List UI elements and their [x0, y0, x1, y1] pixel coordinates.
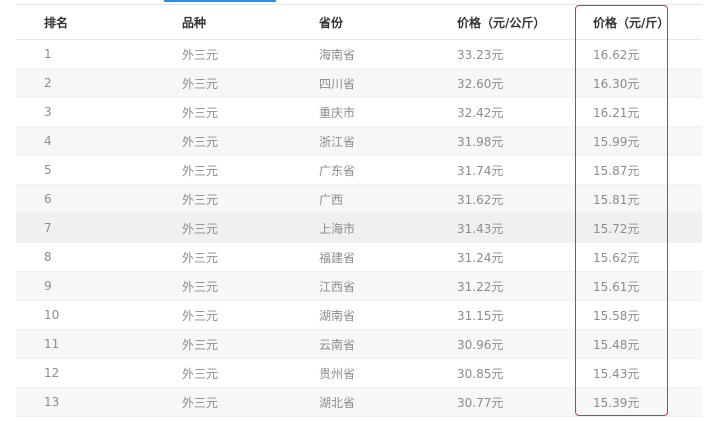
table-header-row: 排名 品种 省份 价格（元/公斤） 价格（元/斤）	[16, 5, 702, 40]
rank-cell: 11	[44, 337, 60, 351]
price-ranking-table: 排名 品种 省份 价格（元/公斤） 价格（元/斤） 1 外三元 海南省 33.2…	[16, 5, 702, 417]
price-jin-cell: 16.21元	[593, 105, 640, 120]
variety-cell: 外三元	[182, 279, 219, 294]
header-price-per-kg: 价格（元/公斤）	[457, 15, 546, 30]
province-cell: 广西	[319, 192, 344, 207]
table-row: 1 外三元 海南省 33.23元 16.62元	[16, 40, 702, 69]
province-cell: 上海市	[319, 221, 356, 236]
price-kg-cell: 31.24元	[457, 250, 504, 265]
table-row: 13 外三元 湖北省 30.77元 15.39元	[16, 388, 702, 417]
table-row: 6 外三元 广西 31.62元 15.81元	[16, 185, 702, 214]
price-jin-cell: 15.72元	[593, 221, 640, 236]
price-kg-cell: 30.77元	[457, 395, 504, 410]
variety-cell: 外三元	[182, 221, 219, 236]
table-row: 3 外三元 重庆市 32.42元 16.21元	[16, 98, 702, 127]
variety-cell: 外三元	[182, 337, 219, 352]
rank-cell: 6	[44, 192, 52, 206]
price-jin-cell: 15.99元	[593, 134, 640, 149]
price-kg-cell: 31.15元	[457, 308, 504, 323]
variety-cell: 外三元	[182, 366, 219, 381]
header-province: 省份	[319, 15, 344, 30]
active-tab-indicator	[164, 0, 276, 2]
price-jin-cell: 15.43元	[593, 366, 640, 381]
price-jin-cell: 16.30元	[593, 76, 640, 91]
price-kg-cell: 31.62元	[457, 192, 504, 207]
table-row: 9 外三元 江西省 31.22元 15.61元	[16, 272, 702, 301]
price-kg-cell: 33.23元	[457, 47, 504, 62]
province-cell: 海南省	[319, 47, 356, 62]
table-row: 7 外三元 上海市 31.43元 15.72元	[16, 214, 702, 243]
price-jin-cell: 15.48元	[593, 337, 640, 352]
price-table-panel: 排名 品种 省份 价格（元/公斤） 价格（元/斤） 1 外三元 海南省 33.2…	[0, 0, 714, 421]
province-cell: 湖南省	[319, 308, 356, 323]
rank-cell: 3	[44, 105, 52, 119]
rank-cell: 9	[44, 279, 52, 293]
rank-cell: 8	[44, 250, 52, 264]
table-row: 10 外三元 湖南省 31.15元 15.58元	[16, 301, 702, 330]
price-kg-cell: 31.22元	[457, 279, 504, 294]
rank-cell: 2	[44, 76, 52, 90]
price-kg-cell: 31.43元	[457, 221, 504, 236]
rank-cell: 12	[44, 366, 60, 380]
table-row: 11 外三元 云南省 30.96元 15.48元	[16, 330, 702, 359]
province-cell: 重庆市	[319, 105, 356, 120]
variety-cell: 外三元	[182, 250, 219, 265]
variety-cell: 外三元	[182, 76, 219, 91]
province-cell: 江西省	[319, 279, 356, 294]
province-cell: 广东省	[319, 163, 356, 178]
province-cell: 福建省	[319, 250, 356, 265]
price-kg-cell: 31.98元	[457, 134, 504, 149]
province-cell: 四川省	[319, 76, 356, 91]
variety-cell: 外三元	[182, 395, 219, 410]
price-jin-cell: 15.87元	[593, 163, 640, 178]
variety-cell: 外三元	[182, 47, 219, 62]
variety-cell: 外三元	[182, 308, 219, 323]
variety-cell: 外三元	[182, 192, 219, 207]
rank-cell: 7	[44, 221, 52, 235]
province-cell: 浙江省	[319, 134, 356, 149]
province-cell: 湖北省	[319, 395, 356, 410]
price-kg-cell: 32.60元	[457, 76, 504, 91]
price-kg-cell: 30.85元	[457, 366, 504, 381]
variety-cell: 外三元	[182, 134, 219, 149]
price-jin-cell: 16.62元	[593, 47, 640, 62]
table-row: 8 外三元 福建省 31.24元 15.62元	[16, 243, 702, 272]
table-row: 4 外三元 浙江省 31.98元 15.99元	[16, 127, 702, 156]
price-jin-cell: 15.81元	[593, 192, 640, 207]
table-row: 12 外三元 贵州省 30.85元 15.43元	[16, 359, 702, 388]
variety-cell: 外三元	[182, 105, 219, 120]
header-variety: 品种	[182, 15, 207, 30]
province-cell: 贵州省	[319, 366, 356, 381]
province-cell: 云南省	[319, 337, 356, 352]
price-jin-cell: 15.39元	[593, 395, 640, 410]
rank-cell: 5	[44, 163, 52, 177]
header-rank: 排名	[44, 15, 69, 30]
price-jin-cell: 15.61元	[593, 279, 640, 294]
price-kg-cell: 32.42元	[457, 105, 504, 120]
price-jin-cell: 15.58元	[593, 308, 640, 323]
price-kg-cell: 31.74元	[457, 163, 504, 178]
rank-cell: 1	[44, 47, 52, 61]
rank-cell: 4	[44, 134, 52, 148]
price-kg-cell: 30.96元	[457, 337, 504, 352]
price-jin-cell: 15.62元	[593, 250, 640, 265]
rank-cell: 10	[44, 308, 60, 322]
table-row: 5 外三元 广东省 31.74元 15.87元	[16, 156, 702, 185]
rank-cell: 13	[44, 395, 60, 409]
variety-cell: 外三元	[182, 163, 219, 178]
header-price-per-jin: 价格（元/斤）	[593, 15, 670, 30]
table-row: 2 外三元 四川省 32.60元 16.30元	[16, 69, 702, 98]
